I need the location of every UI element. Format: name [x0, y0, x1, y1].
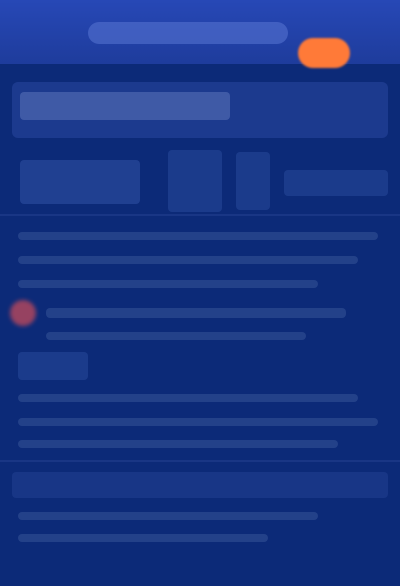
text-line	[18, 232, 378, 240]
text-line	[18, 418, 378, 426]
divider	[0, 214, 400, 216]
text-line	[46, 332, 306, 340]
page-title	[20, 92, 230, 120]
content-block	[20, 160, 140, 204]
divider	[0, 460, 400, 462]
content-block	[284, 170, 388, 196]
text-line	[18, 512, 318, 520]
content-block	[236, 152, 270, 210]
top-bar	[0, 0, 400, 68]
content-block	[12, 472, 388, 498]
text-line	[18, 534, 268, 542]
text-line	[46, 308, 346, 318]
address-bar[interactable]	[88, 22, 288, 44]
content-block	[168, 150, 222, 212]
content-block	[18, 352, 88, 380]
text-line	[18, 440, 338, 448]
status-icon	[10, 300, 36, 326]
text-line	[18, 280, 318, 288]
text-line	[18, 394, 358, 402]
notification-badge[interactable]	[298, 38, 350, 68]
text-line	[18, 256, 358, 264]
